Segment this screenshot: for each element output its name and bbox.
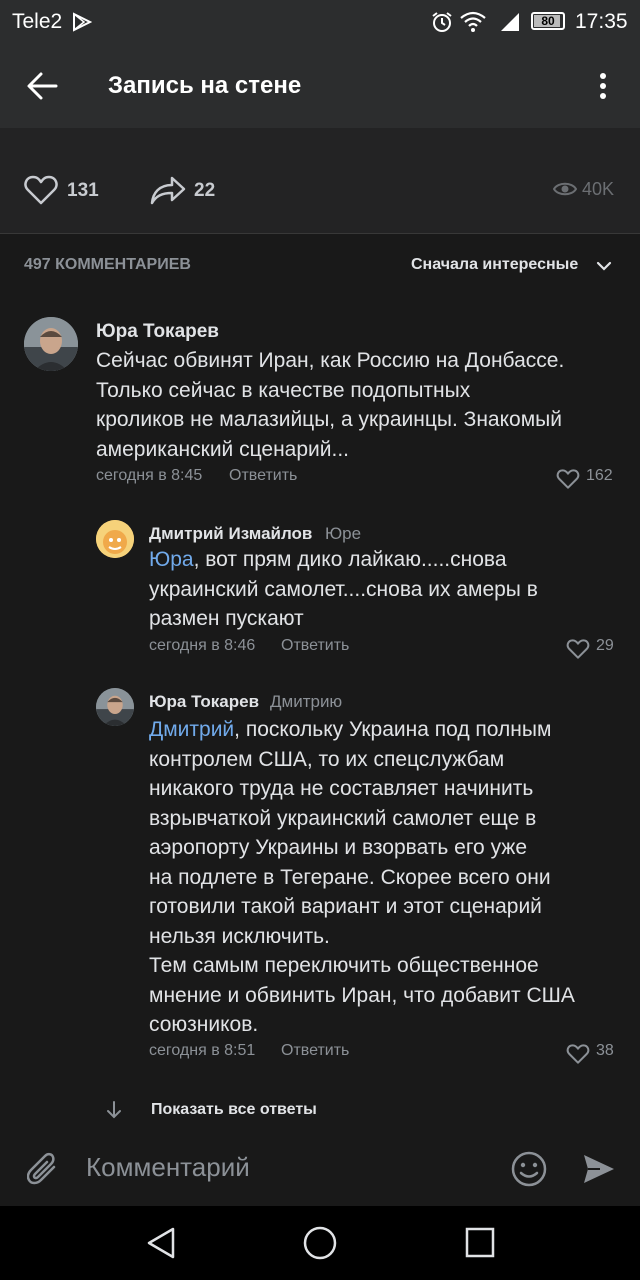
reply-button[interactable]: Ответить (229, 467, 297, 485)
comment-like-count: 38 (596, 1042, 614, 1059)
show-all-replies-button[interactable]: Показать все ответы (104, 1096, 344, 1124)
views-count: 40K (582, 179, 615, 199)
battery-icon: 80 (531, 12, 565, 30)
post-actions: 131 22 40K (0, 128, 640, 234)
reply-line: нельзя исключить. (149, 924, 330, 948)
reply-line: никакого труда не составляет начинить (149, 777, 534, 800)
comment-like-count: 162 (586, 467, 613, 484)
chevron-down-icon (596, 261, 612, 271)
signal-icon (499, 11, 521, 33)
more-vertical-icon[interactable] (597, 71, 609, 101)
nav-back-icon[interactable] (146, 1226, 176, 1260)
comment-line: кроликов не малазийцы, а украинцы. Знако… (96, 408, 562, 431)
reply-button[interactable]: Ответить (281, 1042, 349, 1060)
comment-line: Только сейчас в качестве подопытных (96, 378, 471, 402)
mention-link[interactable]: Юра (149, 548, 194, 571)
like-button[interactable]: 131 (24, 173, 109, 207)
navigation-bar (0, 1206, 640, 1280)
comment-like-button[interactable]: 162 (556, 466, 620, 489)
emoji-icon[interactable] (510, 1150, 548, 1188)
reply-line: на подлете в Тегеране. Скорее всего они (149, 865, 551, 889)
share-icon (150, 175, 186, 205)
nav-home-icon[interactable] (303, 1226, 337, 1260)
status-bar: Tele2 80 17:35 (0, 0, 640, 44)
reply-to-label: Юре (325, 524, 362, 543)
sort-dropdown[interactable]: Сначала интересные (411, 256, 616, 278)
eye-icon (553, 180, 577, 198)
comment-like-button[interactable]: 29 (566, 636, 620, 659)
reply-comment: Дмитрий Измайлов Юре Юра, вот прям дико … (0, 515, 640, 665)
nav-recents-icon[interactable] (465, 1227, 495, 1259)
reply-line: , поскольку Украина под полным (234, 718, 552, 741)
reply-comment: Юра Токарев Дмитрию Дмитрий, поскольку У… (0, 683, 640, 1073)
page-title: Запись на стене (108, 72, 302, 99)
avatar[interactable] (96, 688, 134, 726)
reply-line: контролем США, то их спецслужбам (149, 747, 505, 771)
avatar[interactable] (96, 520, 134, 558)
views-counter: 40K (553, 178, 623, 202)
reply-button[interactable]: Ответить (281, 637, 349, 655)
wifi-icon (460, 11, 486, 33)
heart-icon (556, 469, 580, 489)
sort-label: Сначала интересные (411, 256, 579, 273)
comment-author[interactable]: Юра Токарев (96, 321, 219, 343)
comment-input[interactable]: Комментарий (86, 1152, 250, 1183)
comment-composer: Комментарий (0, 1130, 640, 1206)
heart-icon (566, 639, 590, 659)
heart-icon (24, 175, 58, 205)
reply-line: взрывчаткой украинский самолет еще в (149, 806, 537, 830)
paperclip-icon[interactable] (27, 1152, 59, 1186)
heart-icon (566, 1044, 590, 1064)
play-store-icon (72, 12, 92, 32)
send-icon[interactable] (582, 1152, 616, 1186)
avatar[interactable] (24, 317, 78, 371)
comment-time: сегодня в 8:51 (149, 1042, 256, 1059)
comment-time: сегодня в 8:46 (149, 637, 256, 654)
comment-line: Сейчас обвинят Иран, как Россию на Донба… (96, 349, 565, 372)
share-button[interactable]: 22 (150, 173, 220, 207)
comment-like-button[interactable]: 38 (566, 1041, 620, 1064)
reply-line: мнение и обвинить Иран, что добавит США (149, 983, 575, 1007)
comment-line: американский сценарий... (96, 437, 350, 461)
carrier-label: Tele2 (12, 10, 63, 33)
reply-line: готовили такой вариант и этот сценарий (149, 895, 542, 918)
like-count: 131 (67, 180, 99, 201)
reply-line: украинский самолет....снова их амеры в (149, 577, 538, 601)
reply-author[interactable]: Юра Токарев (149, 692, 259, 712)
comment: Юра Токарев Сейчас обвинят Иран, как Рос… (0, 310, 640, 500)
clock: 17:35 (575, 10, 628, 33)
app-bar: Запись на стене (0, 44, 640, 128)
alarm-icon (431, 11, 453, 33)
mention-link[interactable]: Дмитрий (149, 718, 234, 741)
reply-line: аэропорту Украины и взорвать его уже (149, 836, 528, 859)
reply-line: союзников. (149, 1013, 259, 1036)
comments-count: 497 КОММЕНТАРИЕВ (24, 256, 191, 273)
share-count: 22 (194, 180, 216, 201)
comment-like-count: 29 (596, 637, 614, 654)
reply-author[interactable]: Дмитрий Измайлов (149, 524, 312, 544)
reply-text: Дмитрий, поскольку Украина под полным ко… (149, 715, 619, 1040)
reply-line: размен пускают (149, 607, 304, 630)
show-all-replies-label: Показать все ответы (151, 1101, 317, 1118)
comment-time: сегодня в 8:45 (96, 467, 203, 484)
battery-level: 80 (541, 14, 555, 28)
comment-text: Сейчас обвинят Иран, как Россию на Донба… (96, 346, 626, 464)
arrow-down-icon (104, 1100, 124, 1120)
back-arrow-icon[interactable] (26, 71, 58, 101)
reply-text: Юра, вот прям дико лайкаю.....снова укра… (149, 545, 619, 634)
reply-line: , вот прям дико лайкаю.....снова (193, 548, 507, 571)
reply-to-label: Дмитрию (270, 692, 343, 711)
reply-line: Тем самым переключить общественное (149, 954, 539, 977)
